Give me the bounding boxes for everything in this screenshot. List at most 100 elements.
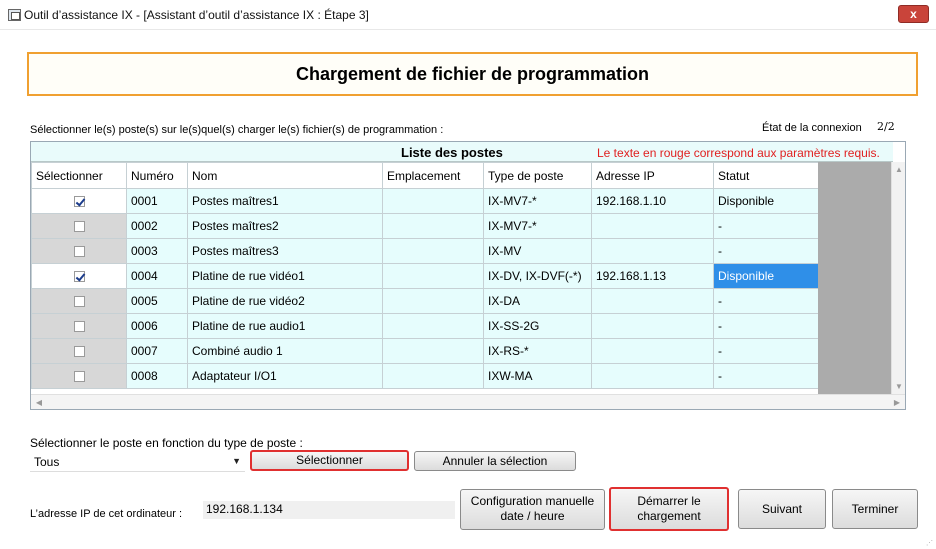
row-select-cell[interactable]: [31, 338, 127, 364]
table-row[interactable]: 0006 Platine de rue audio1 IX-SS-2G -: [31, 313, 820, 339]
cell-number[interactable]: 0004: [126, 263, 188, 289]
cell-ip-address[interactable]: [591, 213, 714, 239]
row-select-cell[interactable]: [31, 213, 127, 239]
scroll-up-icon[interactable]: ▲: [892, 162, 905, 178]
cell-status[interactable]: -: [713, 313, 820, 339]
row-select-cell[interactable]: [31, 288, 127, 314]
row-checkbox[interactable]: [73, 371, 85, 383]
col-header-ip[interactable]: Adresse IP: [591, 162, 714, 189]
cell-number[interactable]: 0002: [126, 213, 188, 239]
row-checkbox[interactable]: [73, 321, 85, 333]
scroll-down-icon[interactable]: ▼: [892, 379, 905, 395]
next-button[interactable]: Suivant: [738, 489, 826, 529]
cell-location[interactable]: [382, 263, 484, 289]
row-select-cell[interactable]: [31, 238, 127, 264]
start-upload-button[interactable]: Démarrer le chargement: [609, 487, 729, 531]
col-header-status[interactable]: Statut: [713, 162, 820, 189]
cell-location[interactable]: [382, 288, 484, 314]
cell-station-type[interactable]: IX-DA: [483, 288, 592, 314]
cell-station-type[interactable]: IXW-MA: [483, 363, 592, 389]
cell-number[interactable]: 0006: [126, 313, 188, 339]
cell-name[interactable]: Platine de rue vidéo1: [187, 263, 383, 289]
cell-location[interactable]: [382, 363, 484, 389]
cell-station-type[interactable]: IX-DV, IX-DVF(-*): [483, 263, 592, 289]
cell-location[interactable]: [382, 338, 484, 364]
row-checkbox[interactable]: [73, 221, 85, 233]
cell-status[interactable]: Disponible: [713, 188, 820, 214]
cell-status[interactable]: Disponible: [713, 263, 820, 289]
scroll-right-icon[interactable]: ▶: [889, 395, 905, 409]
computer-ip-label: L’adresse IP de cet ordinateur :: [30, 508, 183, 520]
chevron-down-icon[interactable]: ▼: [232, 456, 241, 466]
cell-number[interactable]: 0007: [126, 338, 188, 364]
row-select-cell[interactable]: [31, 188, 127, 214]
cell-ip-address[interactable]: 192.168.1.10: [591, 188, 714, 214]
cell-location[interactable]: [382, 238, 484, 264]
row-checkbox[interactable]: [73, 271, 85, 283]
connection-status-value: 2/2: [877, 120, 895, 133]
table-row[interactable]: 0007 Combiné audio 1 IX-RS-* -: [31, 338, 820, 364]
table-row[interactable]: 0005 Platine de rue vidéo2 IX-DA -: [31, 288, 820, 314]
row-select-cell[interactable]: [31, 363, 127, 389]
cell-status[interactable]: -: [713, 213, 820, 239]
cell-location[interactable]: [382, 213, 484, 239]
cell-number[interactable]: 0005: [126, 288, 188, 314]
cell-number[interactable]: 0001: [126, 188, 188, 214]
cell-number[interactable]: 0008: [126, 363, 188, 389]
scroll-left-icon[interactable]: ◀: [31, 395, 47, 409]
cell-station-type[interactable]: IX-SS-2G: [483, 313, 592, 339]
col-header-location[interactable]: Emplacement: [382, 162, 484, 189]
finish-button[interactable]: Terminer: [832, 489, 918, 529]
cell-ip-address[interactable]: 192.168.1.13: [591, 263, 714, 289]
cell-name[interactable]: Postes maîtres2: [187, 213, 383, 239]
cell-name[interactable]: Adaptateur I/O1: [187, 363, 383, 389]
cell-ip-address[interactable]: [591, 238, 714, 264]
cell-status[interactable]: -: [713, 363, 820, 389]
table-row[interactable]: 0001 Postes maîtres1 IX-MV7-* 192.168.1.10 D…: [31, 188, 820, 214]
station-type-dropdown[interactable]: Tous ▼: [30, 452, 245, 472]
cell-status[interactable]: -: [713, 288, 820, 314]
cell-ip-address[interactable]: [591, 288, 714, 314]
row-select-cell[interactable]: [31, 313, 127, 339]
cell-name[interactable]: Postes maîtres1: [187, 188, 383, 214]
manual-datetime-config-button[interactable]: Configuration manuelle date / heure: [460, 489, 605, 530]
col-header-number[interactable]: Numéro: [126, 162, 188, 189]
row-select-cell[interactable]: [31, 263, 127, 289]
app-icon: [8, 9, 21, 21]
table-row[interactable]: 0004 Platine de rue vidéo1 IX-DV, IX-DVF(-…: [31, 263, 820, 289]
cell-status[interactable]: -: [713, 338, 820, 364]
table-row[interactable]: 0008 Adaptateur I/O1 IXW-MA -: [31, 363, 820, 389]
cell-location[interactable]: [382, 188, 484, 214]
col-header-select[interactable]: Sélectionner: [31, 162, 127, 189]
cell-ip-address[interactable]: [591, 363, 714, 389]
vertical-scrollbar[interactable]: ▲ ▼: [891, 162, 905, 395]
table-row[interactable]: 0002 Postes maîtres2 IX-MV7-* -: [31, 213, 820, 239]
resize-grip-icon[interactable]: ⋰: [926, 539, 934, 547]
cell-name[interactable]: Combiné audio 1: [187, 338, 383, 364]
cell-location[interactable]: [382, 313, 484, 339]
cell-name[interactable]: Platine de rue audio1: [187, 313, 383, 339]
cell-station-type[interactable]: IX-MV7-*: [483, 188, 592, 214]
cell-station-type[interactable]: IX-RS-*: [483, 338, 592, 364]
row-checkbox[interactable]: [73, 346, 85, 358]
select-instruction: Sélectionner le(s) poste(s) sur le(s)que…: [30, 124, 444, 136]
row-checkbox[interactable]: [73, 196, 85, 208]
cell-ip-address[interactable]: [591, 338, 714, 364]
cell-status[interactable]: -: [713, 238, 820, 264]
cell-station-type[interactable]: IX-MV: [483, 238, 592, 264]
select-button[interactable]: Sélectionner: [250, 450, 409, 471]
cell-name[interactable]: Platine de rue vidéo2: [187, 288, 383, 314]
row-checkbox[interactable]: [73, 296, 85, 308]
cell-number[interactable]: 0003: [126, 238, 188, 264]
col-header-type[interactable]: Type de poste: [483, 162, 592, 189]
col-header-name[interactable]: Nom: [187, 162, 383, 189]
computer-ip-field: 192.168.1.134: [203, 501, 455, 519]
cell-name[interactable]: Postes maîtres3: [187, 238, 383, 264]
cell-station-type[interactable]: IX-MV7-*: [483, 213, 592, 239]
close-button[interactable]: x: [898, 5, 929, 23]
cancel-selection-button[interactable]: Annuler la sélection: [414, 451, 576, 471]
table-row[interactable]: 0003 Postes maîtres3 IX-MV -: [31, 238, 820, 264]
row-checkbox[interactable]: [73, 246, 85, 258]
cell-ip-address[interactable]: [591, 313, 714, 339]
horizontal-scrollbar[interactable]: ◀ ▶: [31, 394, 905, 409]
